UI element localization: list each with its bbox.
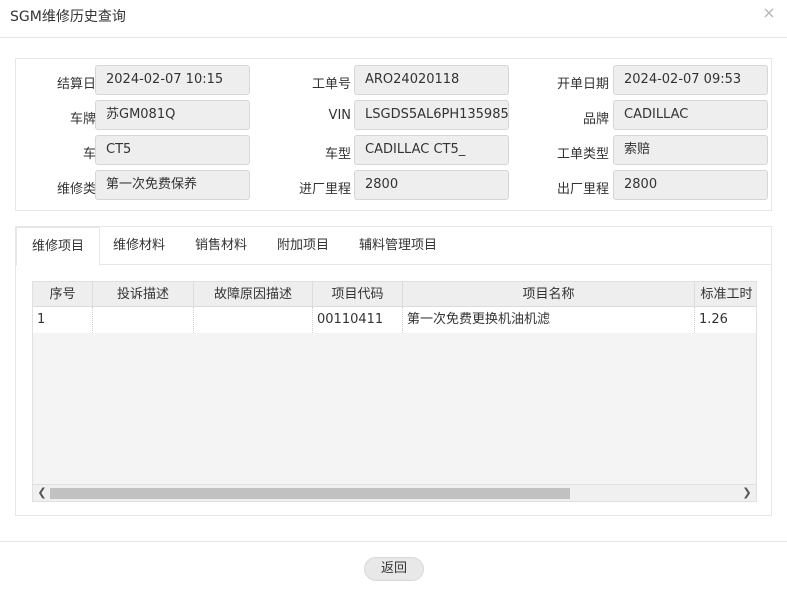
table-row[interactable]: 1 00110411 第一次免费更换机油机滤 1.26 bbox=[33, 307, 756, 333]
work-order-no-label: 工单号 bbox=[311, 77, 351, 92]
cell-std-hours: 1.26 bbox=[699, 312, 728, 327]
repair-type-field[interactable]: 第一次免费保养 bbox=[95, 170, 250, 200]
col-header-std-hours[interactable]: 标准工时 bbox=[695, 282, 756, 307]
vin-field[interactable]: LSGDS5AL6PH135985 bbox=[354, 100, 509, 130]
out-mileage-label: 出厂里程 bbox=[556, 182, 609, 197]
tab-repair-items[interactable]: 维修项目 bbox=[16, 227, 101, 266]
work-order-no-field[interactable]: ARO24020118 bbox=[354, 65, 509, 95]
open-date-field[interactable]: 2024-02-07 09:53 bbox=[613, 65, 768, 95]
tab-sales-materials[interactable]: 销售材料 bbox=[195, 227, 247, 265]
col-header-item-name[interactable]: 项目名称 bbox=[403, 282, 695, 307]
tab-strip: 维修项目 维修材料 销售材料 附加项目 辅料管理项目 bbox=[16, 227, 771, 266]
cell-seq: 1 bbox=[33, 307, 93, 333]
in-mileage-label: 进厂里程 bbox=[298, 182, 351, 197]
info-row-2: 车牌号 苏GM081Q VIN LSGDS5AL6PH135985 品牌 CAD… bbox=[16, 94, 773, 130]
order-info-panel: 结算日期 2024-02-07 10:15 工单号 ARO24020118 开单… bbox=[15, 58, 772, 211]
series-field[interactable]: CT5 bbox=[95, 135, 250, 165]
info-row-1: 结算日期 2024-02-07 10:15 工单号 ARO24020118 开单… bbox=[16, 59, 773, 95]
col-header-seq[interactable]: 序号 bbox=[33, 282, 93, 307]
settle-date-field[interactable]: 2024-02-07 10:15 bbox=[95, 65, 250, 95]
col-header-complaint[interactable]: 投诉描述 bbox=[93, 282, 194, 307]
cell-complaint bbox=[93, 307, 194, 333]
brand-field[interactable]: CADILLAC bbox=[613, 100, 768, 130]
grid-header: 序号 投诉描述 故障原因描述 项目代码 项目名称 标准工时 bbox=[33, 282, 756, 307]
plate-no-field[interactable]: 苏GM081Q bbox=[95, 100, 250, 130]
repair-items-grid: 序号 投诉描述 故障原因描述 项目代码 项目名称 标准工时 1 00110411… bbox=[32, 281, 757, 502]
out-mileage-field[interactable]: 2800 bbox=[613, 170, 768, 200]
footer-divider bbox=[0, 541, 787, 542]
horizontal-scrollbar[interactable]: ❮ ❯ bbox=[33, 484, 756, 501]
in-mileage-field[interactable]: 2800 bbox=[354, 170, 509, 200]
scroll-right-icon[interactable]: ❯ bbox=[741, 485, 753, 501]
back-button[interactable]: 返回 bbox=[364, 557, 424, 581]
col-header-item-code[interactable]: 项目代码 bbox=[313, 282, 403, 307]
order-type-field[interactable]: 索赔 bbox=[613, 135, 768, 165]
cell-item-code: 00110411 bbox=[313, 307, 403, 333]
close-icon[interactable]: × bbox=[761, 5, 777, 21]
col-header-fault-cause[interactable]: 故障原因描述 bbox=[194, 282, 313, 307]
info-row-4: 维修类型 第一次免费保养 进厂里程 2800 出厂里程 2800 bbox=[16, 164, 773, 200]
dialog-title: SGM维修历史查询 bbox=[10, 9, 126, 25]
model-field[interactable]: CADILLAC CT5_ bbox=[354, 135, 509, 165]
tab-additional-items[interactable]: 附加项目 bbox=[277, 227, 329, 265]
tab-auxiliary-items[interactable]: 辅料管理项目 bbox=[359, 227, 437, 265]
model-label: 车型 bbox=[324, 147, 351, 162]
scroll-thumb[interactable] bbox=[50, 488, 570, 499]
tab-repair-materials[interactable]: 维修材料 bbox=[113, 227, 165, 265]
detail-tabs-panel: 维修项目 维修材料 销售材料 附加项目 辅料管理项目 序号 投诉描述 故障原因描… bbox=[15, 226, 772, 516]
cell-fault-cause bbox=[194, 307, 313, 333]
dialog-title-bar: SGM维修历史查询 × bbox=[0, 0, 787, 38]
order-type-label: 工单类型 bbox=[556, 147, 609, 162]
brand-label: 品牌 bbox=[582, 112, 609, 127]
open-date-label: 开单日期 bbox=[556, 77, 609, 92]
cell-item-name: 第一次免费更换机油机滤 bbox=[403, 307, 695, 333]
info-row-3: 车系 CT5 车型 CADILLAC CT5_ 工单类型 索赔 bbox=[16, 129, 773, 165]
vin-label: VIN bbox=[328, 108, 351, 123]
scroll-left-icon[interactable]: ❮ bbox=[36, 485, 48, 501]
